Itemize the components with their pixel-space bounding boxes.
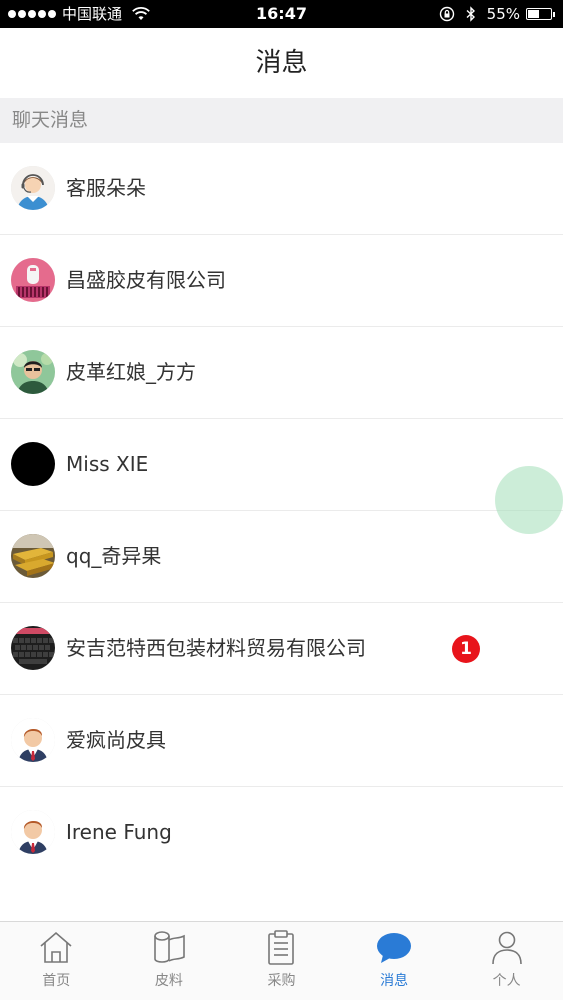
default-man-avatar xyxy=(11,810,55,854)
conversation-name: Irene Fung xyxy=(66,820,172,844)
section-header: 聊天消息 xyxy=(0,98,563,143)
conversation-name: 爱疯尚皮具 xyxy=(66,728,166,752)
battery-fill xyxy=(528,10,539,18)
default-man-avatar xyxy=(11,718,55,762)
rotation-lock-icon xyxy=(439,6,454,22)
phone-screen: 中国联通 16:47 55% 消息 聊天消息 客服朵朵 昌盛胶皮有限公司 皮革红… xyxy=(0,0,563,1000)
conversation-name: 客服朵朵 xyxy=(66,176,146,200)
conversation-item[interactable]: Miss XIE xyxy=(0,419,563,511)
navigation-bar: 消息 xyxy=(0,28,563,98)
conversation-list: 客服朵朵 昌盛胶皮有限公司 皮革红娘_方方 Miss XIE qq_奇异果 安吉… xyxy=(0,143,563,879)
tab-home[interactable]: 首页 xyxy=(0,922,113,1000)
tab-label: 消息 xyxy=(380,973,409,989)
status-right: 55% xyxy=(439,5,555,23)
unread-badge: 1 xyxy=(452,635,480,663)
leather-roll-icon xyxy=(154,931,185,963)
gold-avatar xyxy=(11,534,55,578)
floating-assistive-button[interactable] xyxy=(495,466,563,534)
tab-label: 采购 xyxy=(267,973,296,989)
conversation-item[interactable]: 客服朵朵 xyxy=(0,143,563,235)
chat-bubble-icon xyxy=(377,933,412,963)
tab-label: 个人 xyxy=(492,973,521,989)
person-icon xyxy=(491,931,522,965)
customer-service-avatar xyxy=(11,166,55,210)
tab-label: 首页 xyxy=(42,973,71,989)
conversation-name: Miss XIE xyxy=(66,452,149,476)
keyboard-avatar xyxy=(11,626,55,670)
conversation-name: qq_奇异果 xyxy=(66,544,162,568)
tab-bar: 首页 皮料 采购 消息 个人 xyxy=(0,921,563,1000)
bluetooth-icon xyxy=(466,6,475,22)
conversation-name: 昌盛胶皮有限公司 xyxy=(66,268,226,292)
status-bar: 中国联通 16:47 55% xyxy=(0,0,563,28)
person-avatar xyxy=(11,350,55,394)
tab-messages[interactable]: 消息 xyxy=(338,922,451,1000)
tab-label: 皮料 xyxy=(154,973,183,989)
conversation-item[interactable]: 安吉范特西包装材料贸易有限公司 1 xyxy=(0,603,563,695)
company-avatar xyxy=(11,258,55,302)
conversation-item[interactable]: Irene Fung xyxy=(0,787,563,879)
conversation-item[interactable]: 爱疯尚皮具 xyxy=(0,695,563,787)
clipboard-icon xyxy=(268,930,295,965)
tab-profile[interactable]: 个人 xyxy=(450,922,563,1000)
battery-tip xyxy=(553,11,555,17)
tab-purchase[interactable]: 采购 xyxy=(225,922,338,1000)
battery-icon xyxy=(526,8,552,20)
conversation-name: 安吉范特西包装材料贸易有限公司 xyxy=(66,636,366,660)
page-title: 消息 xyxy=(255,48,308,78)
tab-leather[interactable]: 皮料 xyxy=(113,922,226,1000)
conversation-name: 皮革红娘_方方 xyxy=(66,360,196,384)
home-icon xyxy=(40,931,72,963)
conversation-item[interactable]: 昌盛胶皮有限公司 xyxy=(0,235,563,327)
conversation-item[interactable]: 皮革红娘_方方 xyxy=(0,327,563,419)
black-avatar xyxy=(11,442,55,486)
section-title: 聊天消息 xyxy=(12,109,89,131)
conversation-item[interactable]: qq_奇异果 xyxy=(0,511,563,603)
battery-percentage: 55% xyxy=(486,5,520,23)
